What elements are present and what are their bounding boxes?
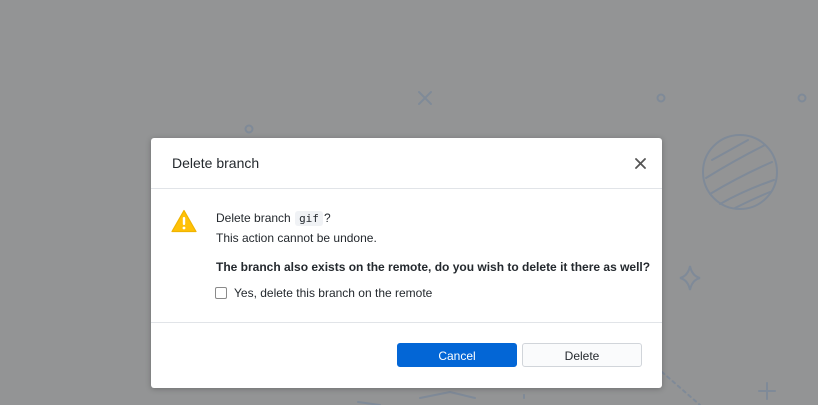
- modal-backdrop: Delete branch Delete branch gif? This ac…: [0, 0, 818, 405]
- remote-delete-checkbox-label[interactable]: Yes, delete this branch on the remote: [234, 286, 432, 300]
- bg-small-circle: [797, 93, 807, 103]
- delete-button[interactable]: Delete: [522, 343, 642, 367]
- close-button[interactable]: [631, 154, 651, 174]
- dialog-body: Delete branch gif? This action cannot be…: [151, 189, 662, 322]
- undo-warning: This action cannot be undone.: [216, 231, 377, 245]
- remote-question: The branch also exists on the remote, do…: [216, 260, 651, 274]
- bg-small-circle: [656, 93, 666, 103]
- delete-message: Delete branch gif?: [216, 211, 331, 226]
- cancel-button[interactable]: Cancel: [397, 343, 517, 367]
- delete-branch-dialog: Delete branch Delete branch gif? This ac…: [151, 138, 662, 388]
- bg-sparkle: [679, 265, 701, 291]
- dialog-footer: Cancel Delete: [151, 322, 662, 389]
- dialog-title: Delete branch: [172, 155, 260, 171]
- warning-icon: [171, 209, 197, 233]
- close-icon: [635, 158, 646, 169]
- dialog-header: Delete branch: [151, 138, 662, 189]
- delete-message-suffix: ?: [323, 211, 331, 225]
- branch-name: gif: [295, 211, 323, 226]
- bg-small-circle: [244, 124, 254, 134]
- remote-delete-checkbox[interactable]: [215, 287, 227, 299]
- delete-message-prefix: Delete branch: [216, 211, 291, 225]
